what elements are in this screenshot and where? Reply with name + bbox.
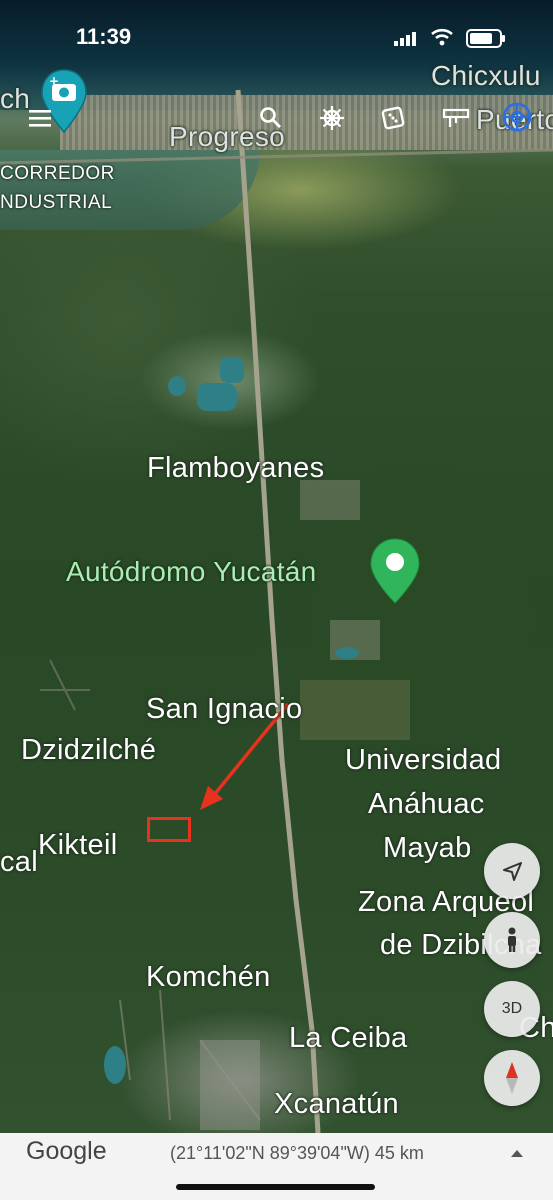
poi-label[interactable]: Autódromo Yucatán	[66, 556, 317, 588]
map-label: La Ceiba	[289, 1022, 408, 1054]
map-label: San Ignacio	[146, 693, 303, 725]
battery-icon	[466, 29, 505, 48]
battery-level	[470, 33, 492, 44]
map-label: Flamboyanes	[147, 452, 325, 484]
google-logo: Google	[26, 1137, 107, 1165]
projects-icon[interactable]	[442, 107, 470, 131]
3d-label: 3D	[501, 1000, 523, 1017]
street-view-button[interactable]	[484, 912, 540, 968]
map-label: ch	[0, 83, 31, 114]
3d-toggle-button[interactable]: 3D	[484, 981, 540, 1037]
location-arrow-icon	[503, 862, 522, 881]
status-bar: 11:39	[0, 0, 553, 70]
home-indicator[interactable]	[176, 1184, 375, 1190]
my-location-button[interactable]	[484, 843, 540, 899]
wifi-icon	[431, 28, 453, 46]
map-label: NDUSTRIAL	[0, 192, 113, 213]
map-label: Xcanatún	[274, 1088, 399, 1120]
map-label: Kikteil	[38, 829, 118, 861]
map-label: Mayab	[383, 832, 472, 864]
menu-icon[interactable]	[29, 108, 53, 128]
expand-caret-icon[interactable]	[511, 1150, 523, 1157]
layers-icon[interactable]	[501, 101, 533, 133]
annotation-box	[147, 817, 191, 842]
satellite-map[interactable]: + Chicxulu Puerto ch Progreso CORREDOR N…	[0, 0, 553, 1200]
map-label: cal	[0, 846, 38, 878]
map-label: Universidad	[345, 744, 502, 776]
ship-wheel-icon[interactable]	[319, 105, 345, 131]
cellular-signal-icon	[394, 32, 416, 46]
coordinates-readout[interactable]: (21°11'02"N 89°39'04"W) 45 km	[170, 1143, 424, 1164]
map-label: Anáhuac	[368, 788, 485, 820]
compass-icon	[506, 1062, 518, 1094]
dice-icon[interactable]	[381, 106, 405, 130]
search-icon[interactable]	[259, 106, 283, 130]
map-label: CORREDOR	[0, 163, 115, 184]
pegman-icon	[508, 927, 516, 952]
compass-button[interactable]	[484, 1050, 540, 1106]
clock: 11:39	[76, 24, 132, 49]
map-label: Komchén	[146, 961, 271, 993]
map-label: Dzidzilché	[21, 734, 157, 766]
